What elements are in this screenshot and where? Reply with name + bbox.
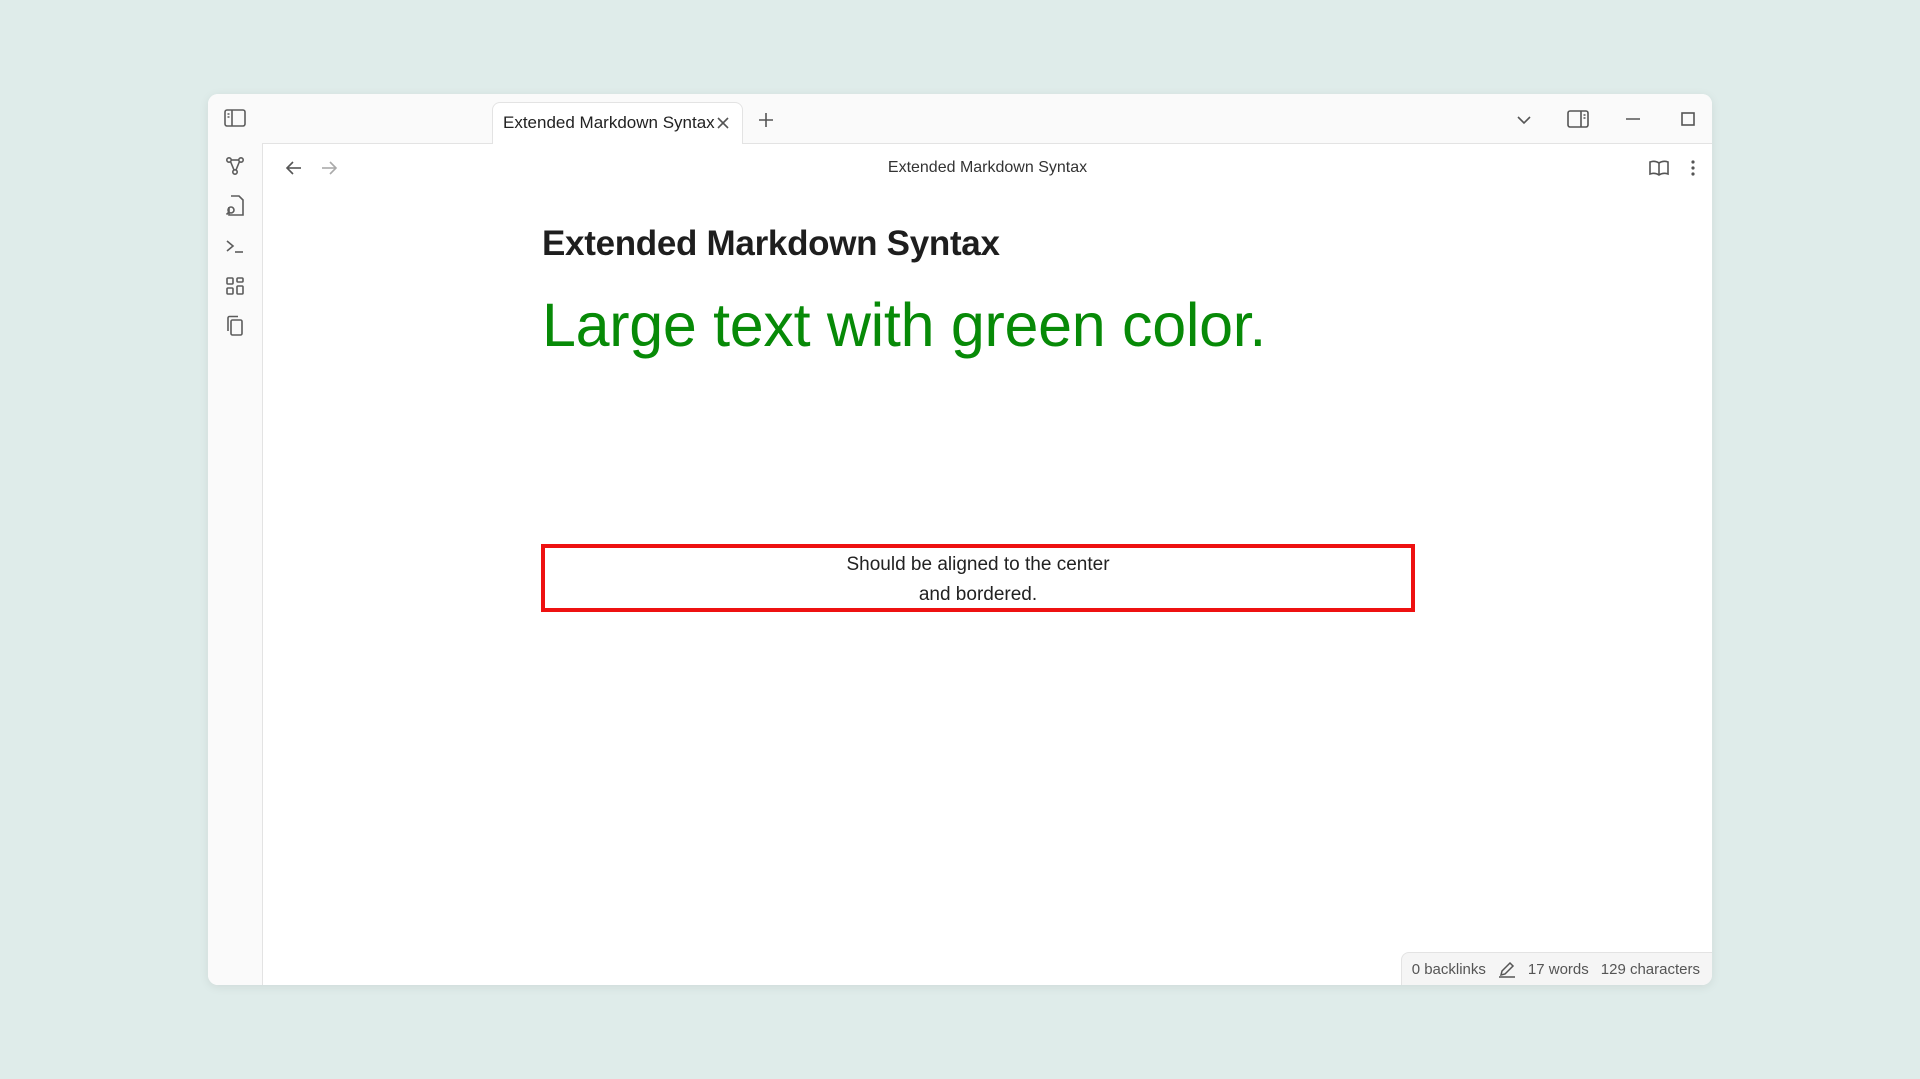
- character-count: 129 characters: [1600, 960, 1700, 978]
- graph-icon[interactable]: [221, 152, 249, 180]
- view-title: Extended Markdown Syntax: [887, 159, 1088, 176]
- left-ribbon: [208, 94, 263, 985]
- sidebar-toggle-icon[interactable]: [221, 104, 249, 132]
- reading-mode-icon[interactable]: [1645, 154, 1673, 182]
- tab-extended-markdown-syntax[interactable]: Extended Markdown Syntax: [492, 102, 743, 144]
- tab-title: Extended Markdown Syntax: [503, 113, 715, 132]
- centered-bordered-box: Should be aligned to the center and bord…: [541, 544, 1415, 612]
- dashboard-icon[interactable]: [221, 272, 249, 300]
- app-window: Extended Markdown Syntax Extended Markdo…: [208, 94, 1712, 985]
- view-header: Extended Markdown Syntax: [263, 144, 1712, 192]
- document-content: Extended Markdown Syntax Large text with…: [541, 224, 1422, 612]
- edit-pencil-icon[interactable]: [1498, 960, 1516, 978]
- large-green-text: Large text with green color.: [542, 291, 1267, 359]
- tab-close-icon[interactable]: [714, 114, 732, 132]
- new-tab-icon[interactable]: [752, 106, 780, 134]
- maximize-icon[interactable]: [1674, 105, 1702, 133]
- status-bar: 0 backlinks 17 words 129 characters: [1400, 952, 1712, 985]
- minimize-icon[interactable]: [1619, 105, 1647, 133]
- file-search-icon[interactable]: [221, 192, 249, 220]
- copy-icon[interactable]: [221, 312, 249, 340]
- split-view-icon[interactable]: [1564, 105, 1592, 133]
- box-line-2: and bordered.: [918, 584, 1038, 605]
- terminal-icon[interactable]: [221, 232, 249, 260]
- word-count: 17 words: [1527, 960, 1589, 978]
- tab-bar: Extended Markdown Syntax: [262, 94, 1712, 144]
- more-options-icon[interactable]: [1679, 154, 1707, 182]
- document-heading: Extended Markdown Syntax: [542, 224, 1000, 263]
- chevron-down-icon[interactable]: [1510, 106, 1538, 134]
- box-line-1: Should be aligned to the center: [846, 554, 1110, 575]
- backlinks-count[interactable]: 0 backlinks: [1412, 961, 1486, 978]
